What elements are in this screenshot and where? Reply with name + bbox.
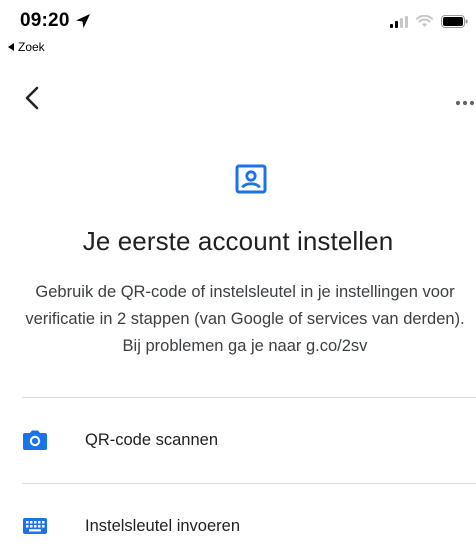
back-triangle-icon — [8, 43, 14, 51]
keyboard-icon — [22, 515, 48, 537]
camera-icon — [22, 429, 48, 451]
status-time-group: 09:20 — [20, 10, 91, 32]
scan-qr-code-label: QR-code scannen — [85, 431, 218, 449]
status-icons — [390, 14, 468, 33]
back-to-app-link[interactable]: Zoek — [8, 40, 45, 54]
divider — [22, 397, 476, 398]
location-arrow-icon — [75, 13, 91, 29]
status-time: 09:20 — [20, 10, 70, 31]
battery-icon — [441, 15, 468, 33]
status-bar: 09:20 Zoek — [0, 0, 476, 56]
divider — [22, 483, 476, 484]
app-bar — [0, 72, 476, 122]
cellular-signal-icon — [390, 15, 408, 33]
more-horizontal-icon[interactable] — [454, 94, 476, 106]
account-box-icon — [235, 163, 267, 195]
back-to-app-label: Zoek — [18, 40, 45, 54]
page-title: Je eerste account instellen — [82, 226, 394, 256]
enter-setup-key-option[interactable]: Instelsleutel invoeren — [0, 493, 476, 557]
scan-qr-code-option[interactable]: QR-code scannen — [0, 407, 476, 471]
page-description: Gebruik de QR-code of instelsleutel in j… — [25, 283, 465, 355]
enter-setup-key-label: Instelsleutel invoeren — [85, 517, 241, 535]
wifi-icon — [416, 14, 433, 33]
chevron-left-icon[interactable] — [18, 84, 46, 112]
